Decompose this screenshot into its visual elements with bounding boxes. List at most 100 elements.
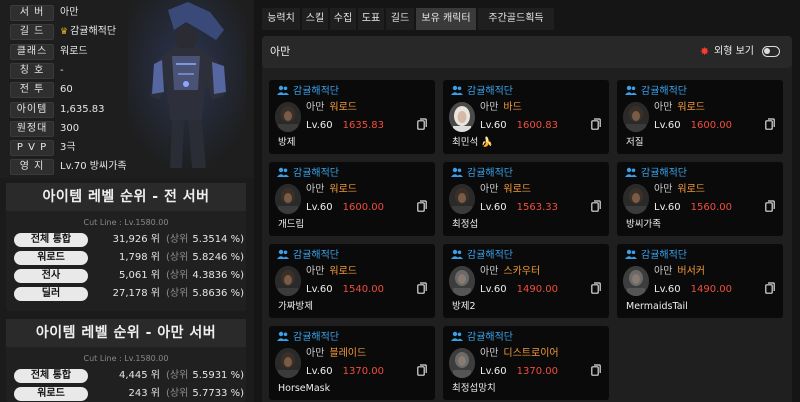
profile-row: 영 지 Lv.70 방씨가족 (10, 158, 250, 176)
profile-row-value: - (60, 62, 64, 80)
character-card[interactable]: 감귤해적단아만 바드 Lv.60 1600.83 최민석 🍌 (443, 80, 609, 154)
character-card[interactable]: 감귤해적단 아만 워로드 Lv.60 1635.83 방제 (269, 80, 435, 154)
tab-6[interactable]: 보유 캐릭터 (416, 8, 476, 30)
server-name: 아만 (480, 266, 499, 277)
guild-name: 감귤해적단 (467, 86, 513, 97)
profile-value-text: 300 (60, 122, 80, 134)
class-name: 디스트로이어 (503, 348, 559, 359)
character-card[interactable]: 감귤해적단 아만 워로드 Lv.60 1563.33 최정섭 (443, 162, 609, 236)
server-class-line: 아만 바드 (480, 102, 522, 114)
panel-title: 아만 (270, 45, 291, 58)
character-card[interactable]: 감귤해적단 아만 워로드 Lv.60 1600.00 저질 (617, 80, 783, 154)
character-name-line: 방제 (278, 137, 295, 149)
profile-value-text: - (60, 64, 64, 76)
character-card[interactable]: 감귤해적단 아만 워로드 Lv.60 1560.00 방씨가족 (617, 162, 783, 236)
rank-row: 전사 5,061 위 (상위 4.3836 %) (6, 267, 246, 285)
character-avatar (623, 266, 649, 296)
item-level: 1635.83 (342, 120, 384, 131)
item-level: 1600.00 (690, 120, 732, 131)
server-name: 아만 (480, 102, 499, 113)
guild-members-icon (277, 249, 293, 261)
rank-category-label: 딜러 (14, 287, 88, 301)
combat-level: Lv.60 (480, 202, 507, 213)
server-class-line: 아만 워로드 (654, 102, 705, 114)
character-name-line: 방제2 (452, 301, 476, 313)
guild-members-icon (451, 85, 467, 97)
appearance-toggle-control[interactable]: ✸ 외형 보기 (700, 45, 780, 59)
profile-row: 칭 호- (10, 62, 250, 80)
profile-value-text: 1,635.83 (60, 103, 105, 115)
server-name: 아만 (654, 102, 673, 113)
profile-value-text: 60 (60, 84, 73, 96)
toggle-switch[interactable] (762, 46, 780, 57)
level-line: Lv.60 1490.00 (654, 284, 732, 296)
character-card[interactable]: 감귤해적단 아만 스카우터 Lv.60 1490.00 방제2 (443, 244, 609, 318)
rank-percent: 5.8246 %) (192, 252, 244, 263)
character-card[interactable]: 감귤해적단 아만 디스트로이어 Lv.60 1370.00 최정섭망치 (443, 326, 609, 400)
profile-value-text: 아만 (60, 7, 79, 18)
rank-percent: 5.5931 %) (192, 370, 244, 381)
server-name: 아만 (306, 348, 325, 359)
character-card[interactable]: 감귤해적단 아만 워로드 Lv.60 1600.00 개드립 (269, 162, 435, 236)
class-name: 워로드 (677, 184, 706, 195)
guild-name: 감귤해적단 (293, 250, 339, 261)
character-card[interactable]: 감귤해적단 아만 워로드 Lv.60 1540.00 가짜방제 (269, 244, 435, 318)
profile-row: 클래스 워로드 (10, 43, 250, 61)
rank-prefix-text: (상위 (166, 370, 189, 381)
level-line: Lv.60 1540.00 (306, 284, 384, 296)
characters-panel: 아만 ✸ 외형 보기 감귤해적단 아만 워로드 Lv.60 1635.83 방제 감귤해적단… (262, 36, 792, 402)
character-name: 최정섭 (452, 219, 479, 230)
tab-1[interactable]: 능력치 (262, 8, 300, 30)
character-name: 최정섭망치 (452, 383, 496, 394)
character-avatar (275, 266, 301, 296)
character-name-line: 최민석 🍌 (452, 137, 493, 149)
tab-7[interactable]: 주간골드획득 (478, 8, 554, 30)
class-name: 워로드 (329, 184, 358, 195)
profile-row: 원정대 300 (10, 120, 250, 138)
tab-3[interactable]: 수집 (330, 8, 356, 30)
profile-row-value: Lv.70 방씨가족 (60, 158, 127, 176)
combat-level: Lv.60 (480, 284, 507, 295)
tab-5[interactable]: 길드 (386, 8, 414, 30)
guild-name: 감귤해적단 (293, 332, 339, 343)
profile-row-label: 전 투 (10, 82, 54, 99)
rank-percent: 5.8636 %) (192, 288, 244, 299)
burst-icon: ✸ (700, 45, 710, 58)
rank-percent: 5.7733 %) (192, 388, 244, 399)
character-card[interactable]: 감귤해적단 아만 블레이드 Lv.60 1370.00 HorseMask (269, 326, 435, 400)
class-name: 워로드 (329, 102, 358, 113)
guild-name: 감귤해적단 (293, 168, 339, 179)
item-level: 1370.00 (516, 366, 558, 377)
tab-4[interactable]: 도표 (358, 8, 384, 30)
guild-line: 감귤해적단 (277, 331, 339, 344)
character-card[interactable]: 감귤해적단 아만 버서커 Lv.60 1490.00 MermaidsTail (617, 244, 783, 318)
item-level: 1560.00 (690, 202, 732, 213)
guild-name: 감귤해적단 (641, 168, 687, 179)
profile-row-label: 서 버 (10, 5, 54, 21)
character-name-line: 가짜방제 (278, 301, 313, 313)
level-line: Lv.60 1600.83 (480, 120, 558, 132)
rank-prefix-text: (상위 (166, 252, 189, 263)
class-name: 버서커 (677, 266, 706, 277)
rank-title: 아이템 레벨 순위 - 아만 서버 (6, 319, 246, 347)
guild-members-icon (625, 167, 641, 179)
rank-category-label: 워로드 (14, 387, 88, 401)
server-name: 아만 (480, 184, 499, 195)
combat-level: Lv.60 (306, 366, 333, 377)
guild-name: 감귤해적단 (467, 332, 513, 343)
combat-level: Lv.60 (654, 120, 681, 131)
tab-2[interactable]: 스킬 (302, 8, 328, 30)
level-line: Lv.60 1635.83 (306, 120, 384, 132)
left-panel: 서 버 아만 길 드 ♛ 감귤해적단 클래스 워로드 칭 호-전 투 60 아이템 1,635.83… (0, 0, 254, 402)
guild-name: 감귤해적단 (641, 250, 687, 261)
rank-prefix-text: (상위 (166, 388, 189, 399)
combat-level: Lv.60 (480, 120, 507, 131)
character-name: 가짜방제 (278, 301, 313, 312)
class-name: 워로드 (329, 266, 358, 277)
character-avatar (449, 184, 475, 214)
rank-number: 4,445 위 (118, 370, 160, 381)
profile-row-label: 길 드 (10, 24, 54, 41)
character-name-line: 개드립 (278, 219, 304, 231)
rank-category-label: 전체 통합 (14, 369, 88, 383)
rank-card-all-servers: 아이템 레벨 순위 - 전 서버 Cut Line : Lv.1580.00 전… (6, 183, 246, 311)
